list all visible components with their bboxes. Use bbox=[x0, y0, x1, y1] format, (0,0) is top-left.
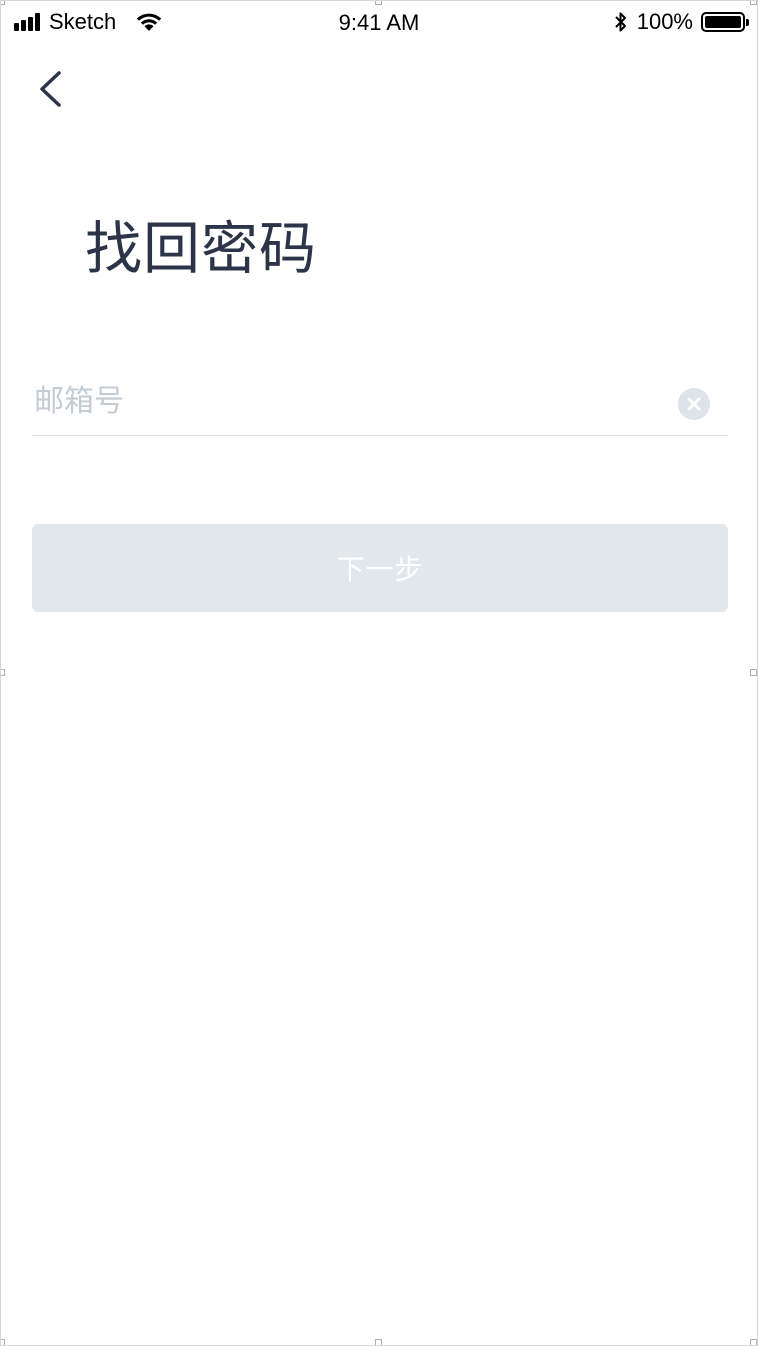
next-step-button[interactable]: 下一步 bbox=[32, 524, 728, 612]
back-button[interactable] bbox=[29, 65, 73, 113]
email-field-container bbox=[32, 369, 728, 436]
status-bar-right: 100% bbox=[613, 9, 749, 34]
page-title: 找回密码 bbox=[85, 216, 317, 282]
battery-percent: 100% bbox=[636, 9, 693, 34]
battery-level bbox=[705, 16, 741, 28]
artboard-handle bbox=[750, 1339, 757, 1345]
battery-icon bbox=[701, 12, 749, 32]
bluetooth-icon bbox=[615, 12, 626, 32]
artboard-handle bbox=[1, 1339, 5, 1345]
artboard-handle bbox=[375, 1339, 382, 1345]
clear-circle-icon bbox=[678, 388, 710, 420]
artboard-handle bbox=[750, 669, 757, 676]
app-screen: Sketch 9:41 AM 100% 找回密码 邮箱号 下一步 bbox=[0, 0, 758, 1346]
artboard-handle bbox=[1, 669, 5, 676]
chevron-left-icon bbox=[40, 71, 61, 107]
clear-input-button[interactable] bbox=[678, 388, 710, 420]
email-input[interactable] bbox=[32, 369, 654, 433]
status-bar: Sketch 9:41 AM 100% bbox=[1, 1, 757, 43]
